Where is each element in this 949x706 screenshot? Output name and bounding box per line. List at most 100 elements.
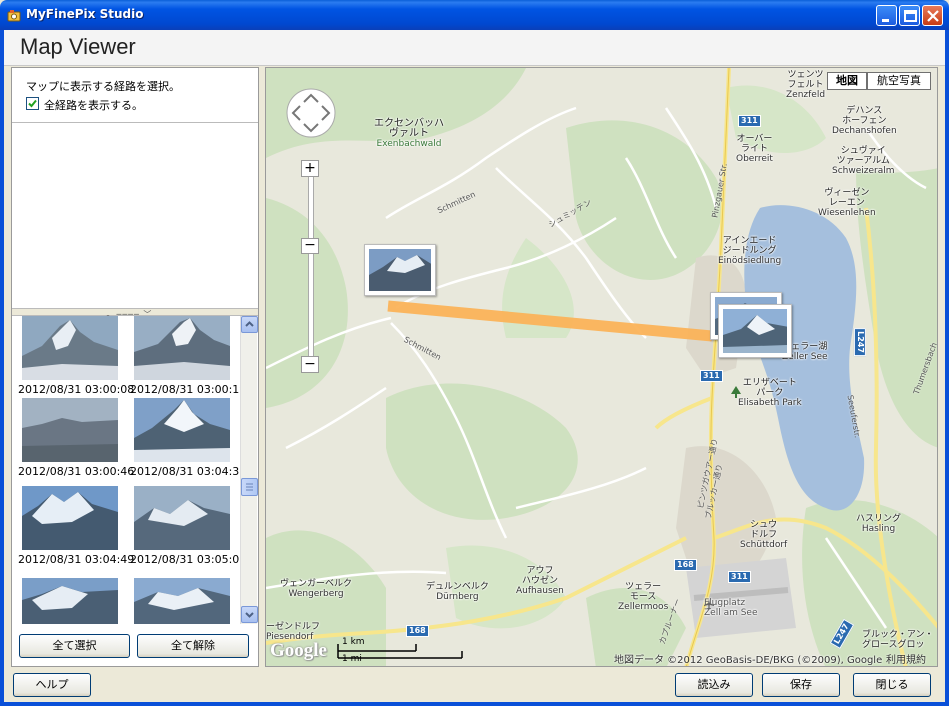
select-all-button[interactable]: 全て選択 bbox=[19, 634, 130, 658]
zoom-out-button[interactable]: − bbox=[301, 356, 319, 373]
thumbnail-timestamp: 2012/08/31 03:00:08 bbox=[18, 383, 135, 396]
scale-km-label: 1 km bbox=[342, 637, 365, 647]
thumbnail-timestamp: 2012/08/31 03:00:46 bbox=[18, 465, 135, 478]
map-label: ブルック・アン・ グロースグロッ bbox=[862, 630, 933, 650]
minimize-button[interactable] bbox=[876, 5, 897, 26]
map-view[interactable]: + − − 地図 航空写真 エクセンバッハ ヴァルト Exenbachwald … bbox=[265, 67, 938, 667]
label-en: Elisabeth Park bbox=[738, 398, 802, 408]
thumbnail-item[interactable]: 2012/08/31 03:00:19 bbox=[130, 316, 247, 396]
window-title: MyFinePix Studio bbox=[26, 7, 144, 21]
map-label: エクセンバッハ ヴァルト Exenbachwald bbox=[374, 119, 444, 150]
road-sign: 311 bbox=[700, 370, 723, 382]
page-title: Map Viewer bbox=[20, 34, 136, 59]
thumbnail-timestamp: 2012/08/31 03:04:49 bbox=[18, 553, 135, 566]
thumbnail-item[interactable] bbox=[18, 578, 126, 624]
photo-marker-image bbox=[723, 309, 787, 353]
close-window-button[interactable] bbox=[922, 5, 943, 26]
thumbnail-scrollbar[interactable] bbox=[240, 316, 258, 624]
scroll-down-button[interactable] bbox=[241, 606, 258, 623]
label-en: Einödsiedlung bbox=[718, 256, 782, 266]
label-ja: オーバー ライト bbox=[736, 134, 773, 154]
thumbnail-image bbox=[22, 486, 118, 550]
close-button[interactable]: 閉じる bbox=[853, 673, 931, 697]
photo-thumbnail-list[interactable]: 2012/08/31 03:00:08 2012/08/31 03:00:19 … bbox=[12, 316, 258, 624]
pan-control[interactable] bbox=[285, 87, 337, 139]
checkmark-icon bbox=[28, 99, 37, 108]
map-label: ヴィーゼン レーエン Wiesenlehen bbox=[818, 188, 876, 218]
thumbnail-item[interactable]: 2012/08/31 03:00:46 bbox=[18, 398, 135, 478]
thumbnail-item[interactable]: 2012/08/31 03:00:08 bbox=[18, 316, 135, 396]
map-label: アウフ ハウゼン Aufhausen bbox=[516, 566, 564, 596]
map-label: ヴェンガーベルク Wengerberg bbox=[280, 579, 352, 599]
road-sign: 168 bbox=[406, 625, 429, 637]
thumbnail-image bbox=[22, 398, 118, 462]
label-en: Hasling bbox=[861, 524, 896, 534]
thumbnail-image bbox=[134, 316, 230, 380]
label-en: Schüttdorf bbox=[740, 540, 788, 550]
label-ja: ハスリング bbox=[856, 514, 902, 524]
thumbnail-item[interactable]: 2012/08/31 03:04:38 bbox=[130, 398, 246, 478]
photo-marker[interactable] bbox=[364, 244, 436, 296]
google-logo: Google bbox=[270, 640, 327, 661]
scroll-down-icon bbox=[245, 612, 254, 618]
thumbnail-timestamp: 2012/08/31 03:00:19 bbox=[130, 383, 247, 396]
map-label: ツェラー モース Zellermoos bbox=[618, 582, 668, 612]
map-label: エリザベート パーク Elisabeth Park bbox=[738, 378, 802, 408]
thumbnail-image bbox=[134, 398, 230, 462]
route-list[interactable] bbox=[12, 122, 258, 308]
label-ja: ーゼンドルフ bbox=[266, 622, 321, 632]
save-button[interactable]: 保存 bbox=[762, 673, 840, 697]
plus-icon: + bbox=[304, 160, 316, 176]
title-bar: MyFinePix Studio bbox=[0, 0, 949, 30]
terms-of-use-link[interactable]: 利用規約 bbox=[886, 651, 926, 666]
show-all-routes-label: 全経路を表示する。 bbox=[44, 99, 143, 112]
panel-splitter[interactable]: ︿ ──── ﹀ bbox=[12, 308, 258, 319]
label-ja: シュヴァイ ツァーアルム bbox=[836, 146, 890, 166]
label-en: Dürnberg bbox=[436, 592, 479, 602]
thumbnail-item[interactable] bbox=[130, 578, 238, 624]
airport-icon bbox=[704, 599, 714, 609]
label-ja: ブルック・アン・ グロースグロッ bbox=[862, 630, 934, 650]
route-panel: マップに表示する経路を選択。 全経路を表示する。 ︿ ──── ﹀ 2012/0… bbox=[11, 67, 259, 667]
deselect-all-button[interactable]: 全て解除 bbox=[137, 634, 249, 658]
map-label: デハンス ホーフェン Dechanshofen bbox=[832, 106, 897, 136]
zoom-slider-track[interactable] bbox=[308, 168, 314, 368]
label-ja: ヴィーゼン レーエン bbox=[824, 188, 870, 208]
zoom-in-button[interactable]: + bbox=[301, 160, 319, 177]
scroll-thumb[interactable] bbox=[241, 478, 258, 496]
road-sign: 311 bbox=[728, 571, 751, 583]
road-sign: L247 bbox=[853, 328, 866, 356]
label-ja: デュルンベルク bbox=[426, 582, 489, 592]
photo-marker-image bbox=[369, 249, 431, 291]
road-sign: 168 bbox=[674, 559, 697, 571]
help-button[interactable]: ヘルプ bbox=[13, 673, 91, 697]
scroll-up-button[interactable] bbox=[241, 316, 258, 333]
label-en: Oberreit bbox=[736, 154, 773, 164]
zoom-slider-handle[interactable]: − bbox=[301, 238, 319, 254]
road-sign: 311 bbox=[738, 115, 761, 127]
route-select-label: マップに表示する経路を選択。 bbox=[26, 80, 180, 93]
map-label: ーゼンドルフ Piesendorf bbox=[266, 622, 320, 642]
load-button[interactable]: 読込み bbox=[675, 673, 753, 697]
thumbnail-timestamp: 2012/08/31 03:05:02 bbox=[130, 553, 247, 566]
satellite-type-button[interactable]: 航空写真 bbox=[867, 72, 931, 90]
map-label: シュウ ドルフ Schüttdorf bbox=[740, 520, 787, 550]
map-copyright: 地図データ ©2012 GeoBasis-DE/BKG (©2009), Goo… bbox=[614, 655, 883, 666]
grip-icon bbox=[246, 483, 253, 491]
header: Map Viewer bbox=[4, 30, 945, 66]
label-ja: ツェラー モース bbox=[625, 582, 662, 602]
label-ja: アウフ ハウゼン bbox=[521, 566, 558, 586]
thumbnail-image bbox=[134, 578, 230, 624]
scale-mi-label: 1 mi bbox=[342, 654, 362, 664]
maximize-button[interactable] bbox=[899, 5, 920, 26]
map-type-button[interactable]: 地図 bbox=[827, 72, 867, 90]
map-label: オーバー ライト Oberreit bbox=[736, 134, 773, 164]
park-icon bbox=[731, 386, 741, 398]
thumbnail-image bbox=[22, 578, 118, 624]
label-en: Exenbachwald bbox=[376, 139, 442, 149]
scroll-up-icon bbox=[245, 321, 254, 327]
thumbnail-item[interactable]: 2012/08/31 03:05:02 bbox=[130, 486, 247, 566]
show-all-routes-checkbox[interactable] bbox=[26, 97, 39, 110]
photo-marker[interactable] bbox=[718, 304, 792, 358]
thumbnail-item[interactable]: 2012/08/31 03:04:49 bbox=[18, 486, 135, 566]
